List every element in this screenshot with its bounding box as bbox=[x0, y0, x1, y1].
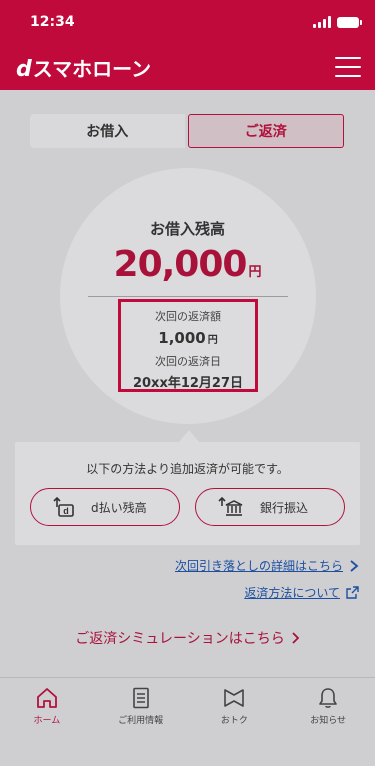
chevron-right-icon bbox=[292, 632, 299, 644]
tab-repay[interactable]: ご返済 bbox=[187, 114, 344, 148]
flag-icon bbox=[224, 689, 245, 707]
bank-icon bbox=[218, 496, 243, 516]
status-bar: 12:34 bbox=[0, 0, 375, 44]
logo-text: スマホローン bbox=[32, 56, 152, 81]
repayment-methods-text: 返済方法について bbox=[244, 586, 340, 600]
dpay-balance-label: d払い残高 bbox=[91, 500, 147, 515]
panel-pointer bbox=[179, 430, 199, 442]
nav-home-label: ホーム bbox=[33, 716, 61, 726]
signal-icon bbox=[313, 16, 331, 28]
bell-icon bbox=[319, 688, 337, 708]
repayment-methods-link[interactable]: 返済方法について bbox=[244, 584, 359, 601]
status-icons bbox=[313, 16, 362, 28]
balance-amount-unit: 円 bbox=[248, 265, 262, 280]
next-amount-unit: 円 bbox=[207, 335, 218, 346]
home-icon bbox=[36, 688, 57, 708]
document-icon bbox=[132, 687, 149, 709]
withdrawal-details-text: 次回引き落としの詳細はこちら bbox=[174, 559, 343, 573]
next-amount-value: 1,000 bbox=[158, 329, 206, 347]
simulation-text: ご返済シミュレーションはこちら bbox=[75, 631, 285, 647]
nav-notifications[interactable]: お知らせ bbox=[281, 678, 375, 766]
nav-deals[interactable]: おトク bbox=[188, 678, 282, 766]
menu-icon[interactable] bbox=[335, 57, 361, 77]
nav-notifications-label: お知らせ bbox=[310, 716, 347, 726]
nav-deals-label: おトク bbox=[220, 716, 248, 726]
extra-payment-text: 以下の方法より追加返済が可能です。 bbox=[86, 462, 289, 476]
next-amount-label: 次回の返済額 bbox=[155, 310, 221, 323]
bank-transfer-button[interactable]: 銀行振込 bbox=[195, 488, 345, 526]
simulation-link[interactable]: ご返済シミュレーションはこちら bbox=[0, 628, 375, 648]
tabs: お借入 ご返済 bbox=[30, 114, 344, 148]
app-header: d スマホローン bbox=[0, 44, 375, 90]
extra-payment-panel: 以下の方法より追加返済が可能です。 d d払い残高 銀行振込 bbox=[15, 442, 360, 545]
withdrawal-details-link[interactable]: 次回引き落としの詳細はこちら bbox=[175, 557, 359, 574]
next-payment-box: 次回の返済額 1,000 円 次回の返済日 20xx年12月27日 bbox=[118, 299, 258, 392]
external-link-icon bbox=[346, 586, 359, 599]
app-logo: d スマホローン bbox=[16, 53, 151, 82]
bottom-nav: ホーム ご利用情報 おトク お知らせ bbox=[0, 677, 375, 766]
battery-icon bbox=[337, 16, 362, 28]
next-date: 20xx年12月27日 bbox=[132, 376, 244, 391]
tab-borrow[interactable]: お借入 bbox=[30, 114, 185, 148]
balance-amount-value: 20,000 bbox=[113, 244, 248, 285]
next-amount: 1,000 円 bbox=[121, 329, 255, 347]
d-payment-icon: d bbox=[53, 496, 74, 517]
nav-usage-info[interactable]: ご利用情報 bbox=[94, 678, 188, 766]
nav-home[interactable]: ホーム bbox=[0, 678, 94, 766]
next-date-label: 次回の返済日 bbox=[155, 355, 221, 368]
bank-transfer-label: 銀行振込 bbox=[260, 500, 309, 515]
svg-text:d: d bbox=[63, 506, 69, 516]
logo-d: d bbox=[16, 56, 32, 82]
nav-usage-info-label: ご利用情報 bbox=[118, 716, 164, 726]
divider bbox=[88, 296, 288, 297]
status-time: 12:34 bbox=[30, 14, 75, 30]
chevron-right-icon bbox=[350, 559, 359, 572]
balance-title: お借入残高 bbox=[149, 220, 225, 238]
dpay-balance-button[interactable]: d d払い残高 bbox=[30, 488, 180, 526]
balance-amount: 20,000 円 bbox=[0, 244, 375, 285]
